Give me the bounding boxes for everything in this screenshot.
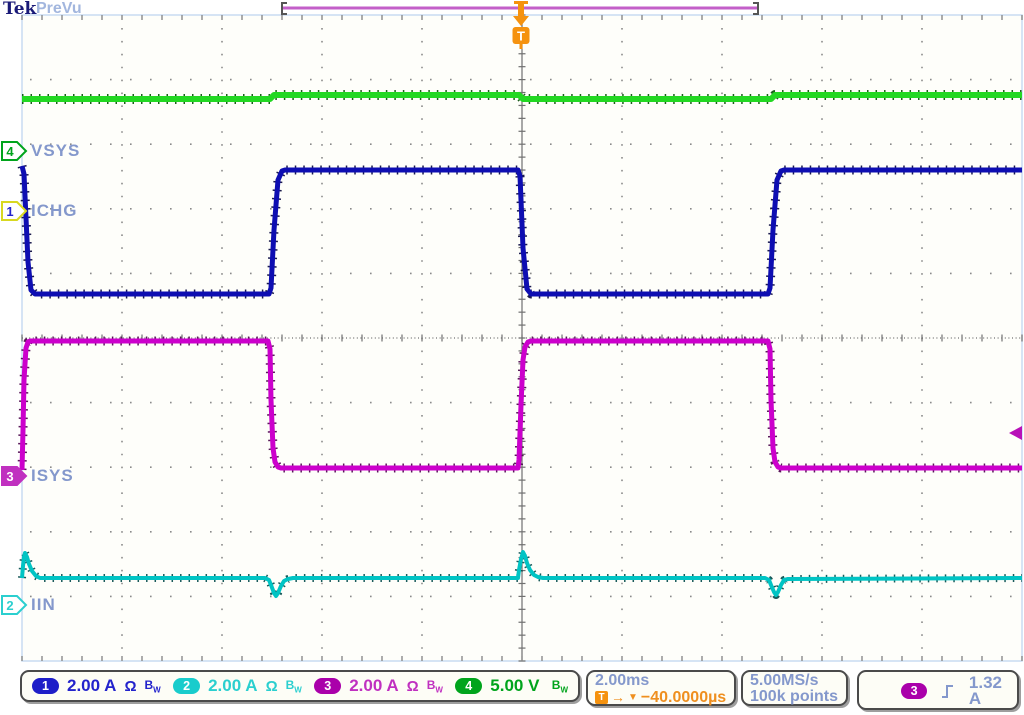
ch2-badge[interactable]: 2 xyxy=(173,678,200,694)
ch4-label: VSYS xyxy=(31,141,80,161)
ch3-label: ISYS xyxy=(31,466,74,486)
ch4-scale: 5.00 V xyxy=(490,676,539,696)
trigger-delay-readout: T→▼−40.0000µs xyxy=(595,689,734,706)
ch3-impedance: Ω xyxy=(407,678,419,695)
ch1-marker-number: 1 xyxy=(6,204,13,219)
ch3-readout[interactable]: 3 2.00 A Ω BW xyxy=(314,676,443,696)
sample-rate-readout: 5.00MS/s xyxy=(750,673,846,689)
ch1-readout[interactable]: 1 2.00 A Ω BW xyxy=(32,676,161,696)
rising-edge-icon xyxy=(941,684,955,699)
arrow-right-icon: → xyxy=(611,689,625,706)
ch1-badge[interactable]: 1 xyxy=(32,678,59,694)
trigger-t-flag-letter: T xyxy=(517,29,525,44)
oscilloscope-screen: T 4 1 3 2 Tek PreVu VSYS ICHG ISYS IIN 1 2.00 A… xyxy=(0,0,1024,715)
ch4-readout[interactable]: 4 5.00 V xyxy=(455,676,539,696)
ch4-badge[interactable]: 4 xyxy=(455,678,482,694)
scope-display: T 4 1 3 2 xyxy=(0,0,1024,715)
ch2-marker-number: 2 xyxy=(6,598,13,613)
expansion-point-stem[interactable] xyxy=(518,3,524,16)
record-length-readout: 100k points xyxy=(750,689,846,705)
ch1-impedance: Ω xyxy=(124,678,136,695)
trigger-readout-box[interactable]: 3 1.32 A xyxy=(857,670,1019,710)
ch1-scale: 2.00 A xyxy=(67,676,116,696)
ch2-readout[interactable]: 2 2.00 A Ω BW xyxy=(173,676,302,696)
ch1-label: ICHG xyxy=(31,201,78,221)
trigger-level-readout: 1.32 A xyxy=(969,675,1017,707)
ch3-marker-number: 3 xyxy=(6,469,13,484)
horizontal-readout-box[interactable]: 2.00ms T→▼−40.0000µs xyxy=(586,670,736,706)
ch2-scale: 2.00 A xyxy=(208,676,257,696)
ch3-badge[interactable]: 3 xyxy=(314,678,341,694)
acquisition-readout-box[interactable]: 5.00MS/s 100k points xyxy=(741,670,848,706)
ch4-marker-number: 4 xyxy=(6,144,14,159)
trigger-source-badge: 3 xyxy=(901,683,927,699)
ch3-scale: 2.00 A xyxy=(349,676,398,696)
ch3-bandwidth-icon: BW xyxy=(427,678,443,694)
delay-value: −40.0000µs xyxy=(641,689,726,706)
triangle-down-icon: ▼ xyxy=(628,689,638,706)
ch2-label: IIN xyxy=(31,595,56,615)
ch4-bandwidth-icon: BW xyxy=(552,678,568,694)
acquisition-status: PreVu xyxy=(36,0,82,18)
timebase-readout: 2.00ms xyxy=(595,673,734,689)
channel-readout-box: 1 2.00 A Ω BW 2 2.00 A Ω BW 3 2.00 A Ω B… xyxy=(20,670,580,702)
tek-logo: Tek xyxy=(3,0,36,19)
ch1-bandwidth-icon: BW xyxy=(145,678,161,694)
ch2-bandwidth-icon: BW xyxy=(286,678,302,694)
trigger-t-icon: T xyxy=(595,691,608,704)
ch2-impedance: Ω xyxy=(266,678,278,695)
